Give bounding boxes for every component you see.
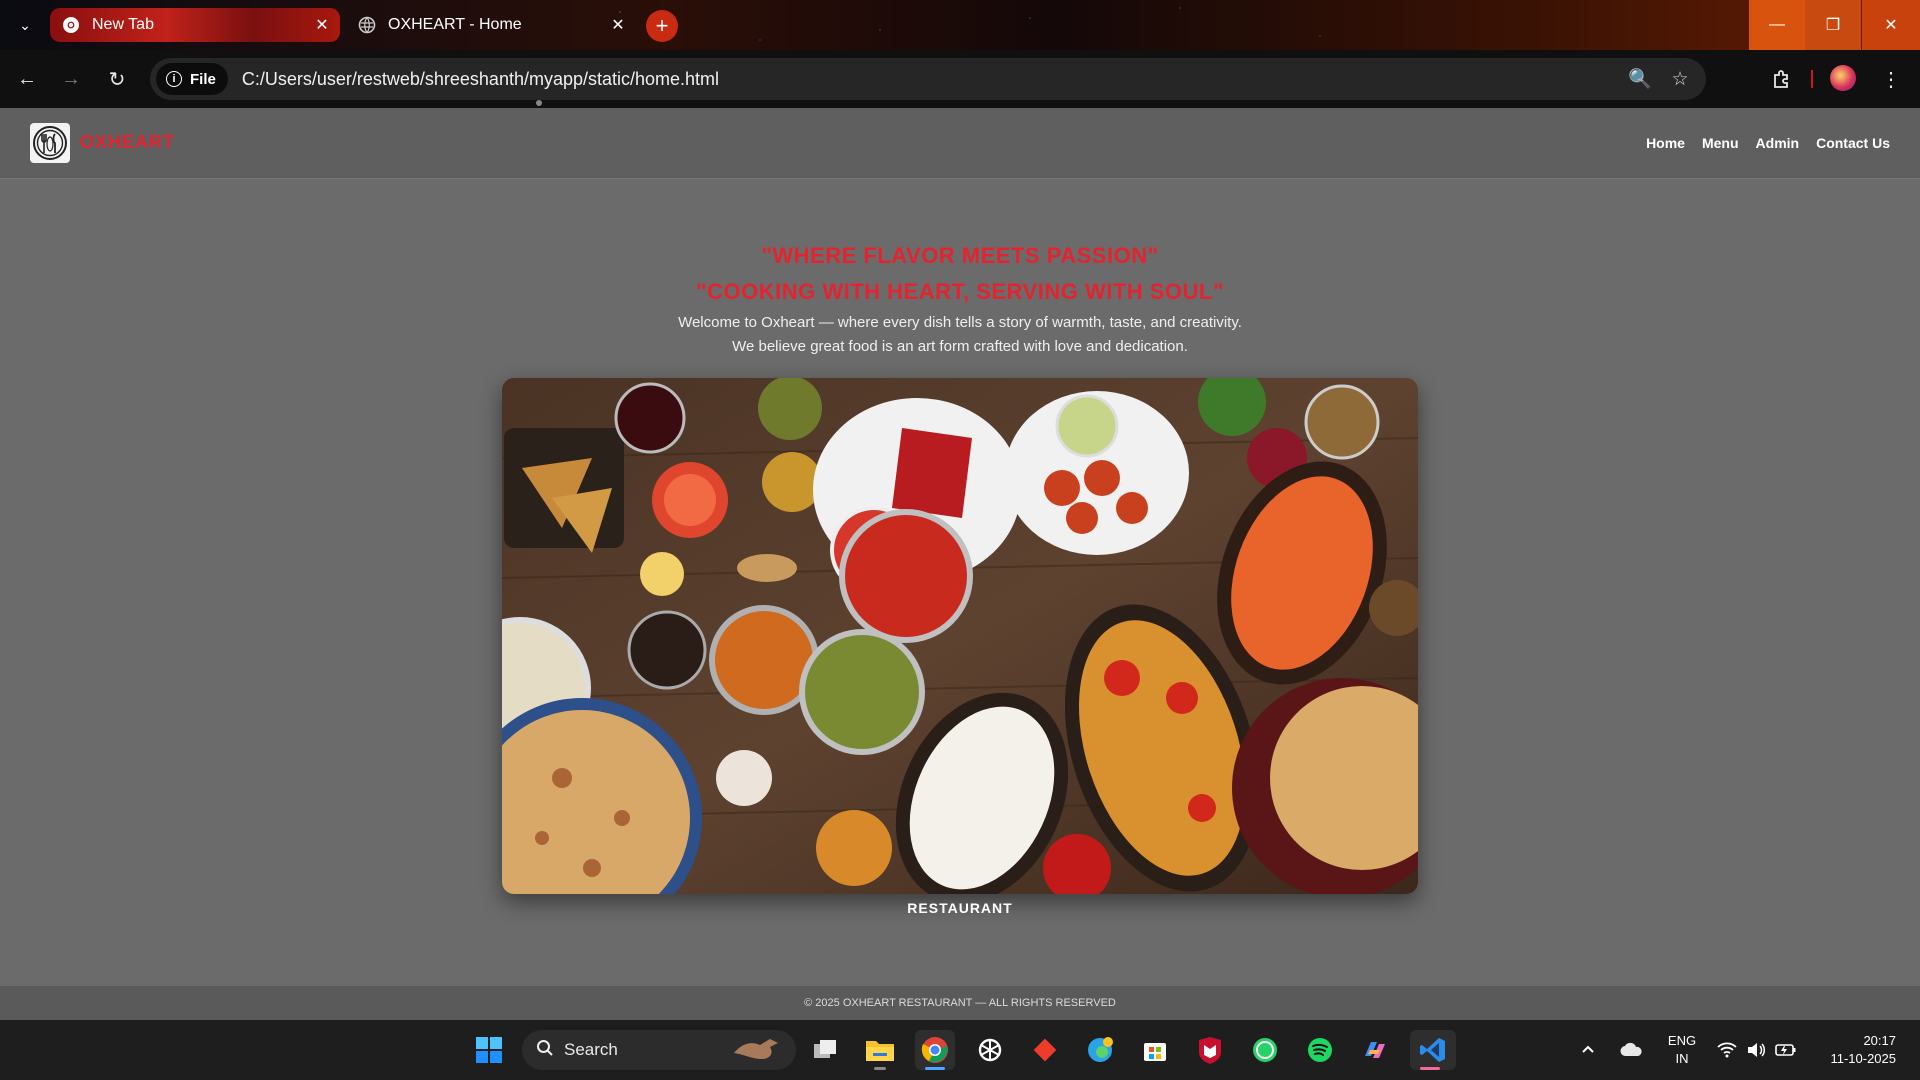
restaurant-logo-icon[interactable]: [30, 123, 70, 163]
brand-name[interactable]: OXHEART: [80, 132, 175, 153]
intro-line-1: Welcome to Oxheart — where every dish te…: [678, 314, 1242, 331]
address-bar[interactable]: i File C:/Users/user/restweb/shreeshanth…: [150, 58, 1706, 100]
show-hidden-icons-chevron-icon[interactable]: [1580, 1020, 1596, 1080]
vscode-icon[interactable]: [1410, 1030, 1456, 1070]
language-code: ENG: [1667, 1033, 1697, 1048]
reload-button[interactable]: ↻: [100, 62, 134, 96]
nav-link-admin[interactable]: Admin: [1756, 135, 1800, 151]
nav-link-home[interactable]: Home: [1646, 135, 1685, 151]
toolbar-divider: [1811, 70, 1813, 88]
search-highlight-icon: [730, 1035, 786, 1066]
input-language-indicator[interactable]: ENG IN: [1660, 1032, 1704, 1068]
restaurant-food-image: [502, 378, 1418, 894]
close-window-button[interactable]: ✕: [1862, 0, 1920, 50]
system-clock[interactable]: 20:17 11-10-2025: [1810, 1032, 1896, 1068]
main-navigation: Home Menu Admin Contact Us: [1646, 135, 1890, 151]
zoom-icon[interactable]: 🔍: [1620, 59, 1660, 99]
nav-link-menu[interactable]: Menu: [1702, 135, 1739, 151]
onedrive-cloud-icon[interactable]: [1620, 1020, 1644, 1080]
search-icon: [536, 1039, 554, 1062]
tab-new-tab[interactable]: New Tab ✕: [50, 8, 340, 42]
tab-label: OXHEART - Home: [388, 16, 522, 33]
chrome-taskbar-icon[interactable]: [915, 1030, 955, 1070]
more-menu-icon[interactable]: ⋮: [1874, 62, 1908, 96]
site-info-label: File: [190, 70, 216, 88]
site-info-chip[interactable]: i File: [156, 63, 228, 95]
browser-toolbar: ← → ↻ i File C:/Users/user/restweb/shree…: [0, 50, 1920, 108]
taskbar-search-box[interactable]: Search: [522, 1030, 796, 1070]
site-footer: © 2025 OXHEART RESTAURANT — ALL RIGHTS R…: [0, 986, 1920, 1020]
region-code: IN: [1675, 1051, 1689, 1066]
extensions-icon[interactable]: [1764, 62, 1798, 96]
battery-icon[interactable]: [1775, 1020, 1797, 1080]
search-label: Search: [564, 1040, 618, 1059]
windows-taskbar: Search ENG IN 20:17 11-10-2025: [0, 1020, 1920, 1080]
anydesk-icon[interactable]: [1025, 1030, 1065, 1070]
page-loading-dot: [536, 100, 542, 106]
browser-tab-strip: ⌄ New Tab ✕ OXHEART - Home ✕ + — ❐ ✕: [0, 0, 1920, 50]
tab-oxheart-home[interactable]: OXHEART - Home ✕: [346, 8, 636, 42]
running-indicator: [874, 1067, 886, 1070]
back-button[interactable]: ←: [10, 62, 44, 96]
tab-label: New Tab: [92, 16, 154, 33]
windows-start-icon[interactable]: [469, 1030, 509, 1070]
hero-section: "WHERE FLAVOR MEETS PASSION" "COOKING WI…: [0, 238, 1920, 358]
slogan-primary: "WHERE FLAVOR MEETS PASSION": [761, 243, 1159, 268]
new-tab-button[interactable]: +: [646, 10, 678, 42]
volume-icon[interactable]: [1746, 1020, 1766, 1080]
close-tab-icon[interactable]: ✕: [308, 11, 336, 39]
copyright-text: © 2025 OXHEART RESTAURANT — ALL RIGHTS R…: [804, 997, 1116, 1009]
running-indicator: [1420, 1067, 1440, 1070]
nav-link-contact-us[interactable]: Contact Us: [1816, 135, 1890, 151]
globe-icon: [358, 16, 376, 34]
info-icon: i: [166, 71, 182, 87]
url-text[interactable]: C:/Users/user/restweb/shreeshanth/myapp/…: [242, 69, 1620, 90]
clock-date: 11-10-2025: [1830, 1051, 1896, 1066]
copilot-icon[interactable]: [1355, 1030, 1395, 1070]
mcafee-icon[interactable]: [1190, 1030, 1230, 1070]
web-page: OXHEART Home Menu Admin Contact Us "WHER…: [0, 108, 1920, 1020]
bookmark-star-icon[interactable]: ☆: [1660, 59, 1700, 99]
site-header: OXHEART Home Menu Admin Contact Us: [0, 108, 1920, 179]
whatsapp-icon[interactable]: [1245, 1030, 1285, 1070]
image-caption: RESTAURANT: [907, 900, 1013, 916]
spotify-icon[interactable]: [1300, 1030, 1340, 1070]
running-indicator: [925, 1067, 945, 1070]
file-explorer-icon[interactable]: [860, 1030, 900, 1070]
task-view-icon[interactable]: [805, 1030, 845, 1070]
wifi-icon[interactable]: [1717, 1020, 1737, 1080]
microsoft-store-icon[interactable]: [1135, 1030, 1175, 1070]
tab-search-dropdown-icon[interactable]: ⌄: [12, 12, 38, 38]
clock-time: 20:17: [1863, 1033, 1896, 1048]
intro-line-2: We believe great food is an art form cra…: [732, 338, 1188, 355]
profile-avatar[interactable]: [1830, 65, 1856, 91]
restore-button[interactable]: ❐: [1805, 0, 1861, 50]
close-tab-icon[interactable]: ✕: [604, 11, 632, 39]
slogan-secondary: "COOKING WITH HEART, SERVING WITH SOUL": [696, 279, 1224, 304]
minimize-button[interactable]: —: [1749, 0, 1805, 50]
chrome-icon: [62, 16, 80, 34]
chatgpt-icon[interactable]: [970, 1030, 1010, 1070]
forward-button[interactable]: →: [54, 62, 88, 96]
edge-icon[interactable]: [1080, 1030, 1120, 1070]
